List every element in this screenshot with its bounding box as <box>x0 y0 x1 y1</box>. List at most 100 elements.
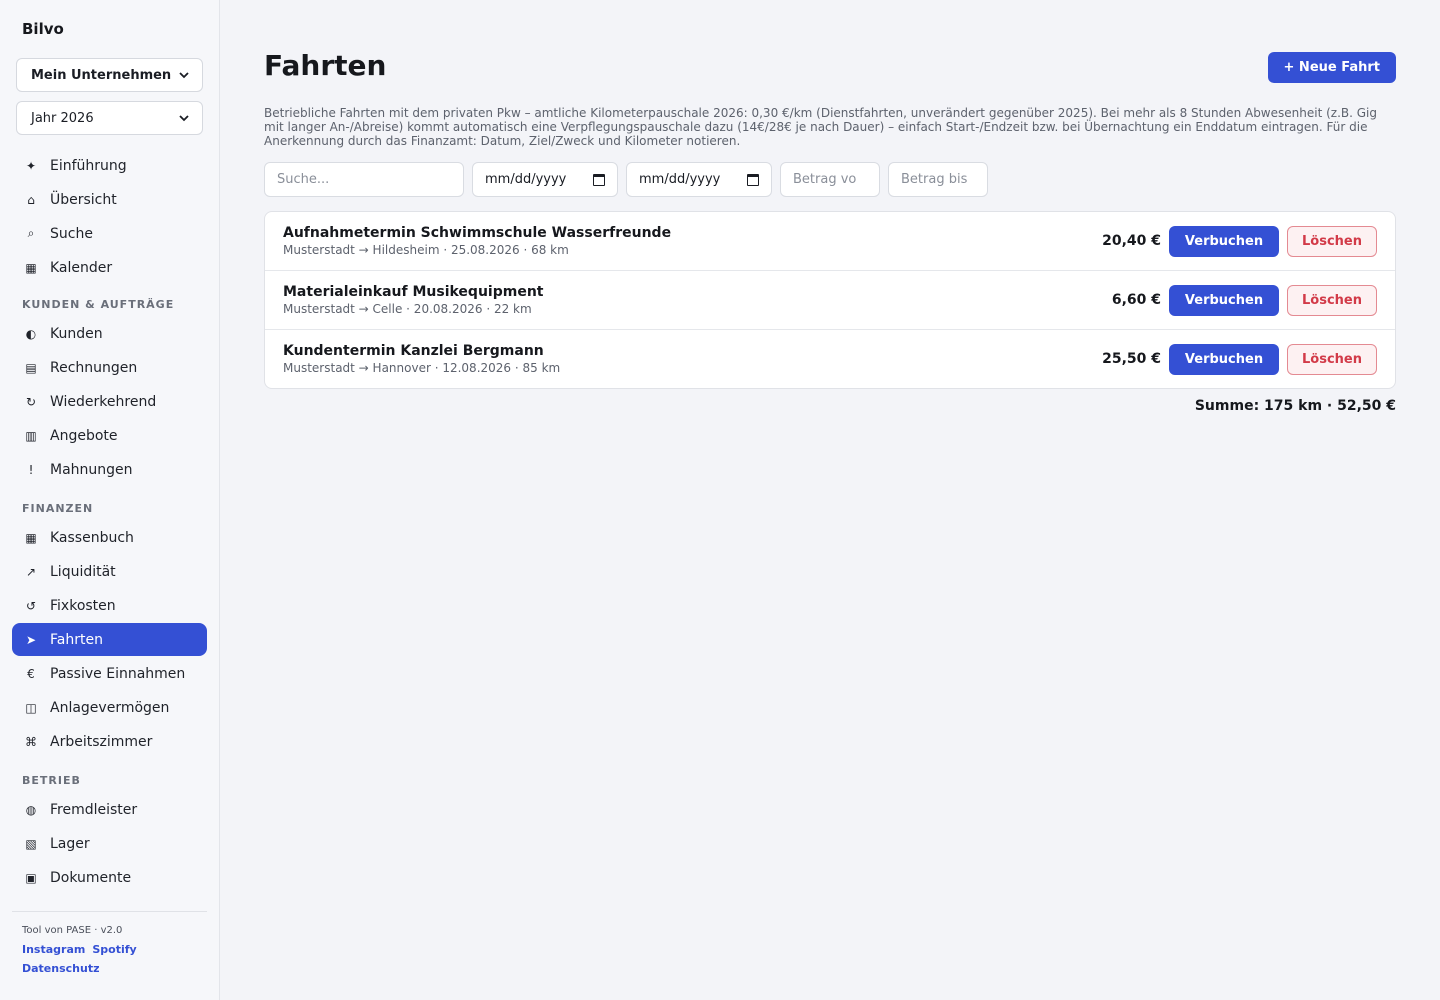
sidebar: Bilvo Mein Unternehmen Jahr 2026 ✦ Einfüh… <box>0 0 220 1000</box>
sidebar-item-fixkosten[interactable]: ↺ Fixkosten <box>12 589 207 622</box>
mahnungen-icon: ! <box>28 462 34 477</box>
amount-to-input[interactable]: Betrag bis <box>888 162 988 197</box>
sidebar-item-dokumente[interactable]: ▣ Dokumente <box>12 861 207 894</box>
book-button[interactable]: Verbuchen <box>1169 343 1279 375</box>
sidebar-item-label: Anlagevermögen <box>50 699 170 716</box>
liquiditaet-icon: ↗ <box>25 564 37 579</box>
chevron-down-icon <box>178 69 190 81</box>
sidebar-item-passive-einnahmen[interactable]: € Passive Einnahmen <box>12 657 207 690</box>
sidebar-item-label: Dokumente <box>50 869 132 886</box>
book-button[interactable]: Verbuchen <box>1169 284 1279 316</box>
kalender-icon: ▦ <box>25 260 37 275</box>
date-from-placeholder: mm/dd/yyyy <box>485 172 567 187</box>
anlagevermoegen-icon: ◫ <box>25 700 37 715</box>
einfuehrung-icon: ✦ <box>25 158 37 173</box>
sidebar-item-einfuehrung[interactable]: ✦ Einführung <box>12 149 207 182</box>
amount-from-placeholder: Betrag vo <box>793 172 857 187</box>
sidebar-item-kunden[interactable]: ◐ Kunden <box>12 317 207 350</box>
kunden-icon: ◐ <box>25 326 37 341</box>
trip-info: Aufnahmetermin Schwimmschule Wasserfreun… <box>283 225 1102 257</box>
amount-to-placeholder: Betrag bis <box>901 172 968 187</box>
delete-button[interactable]: Löschen <box>1287 343 1377 375</box>
company-select-value: Mein Unternehmen <box>31 67 172 83</box>
sidebar-section-heading: FINANZEN <box>22 502 94 515</box>
sidebar-item-rechnungen[interactable]: ▤ Rechnungen <box>12 351 207 384</box>
sidebar-item-liquiditaet[interactable]: ↗ Liquidität <box>12 555 207 588</box>
sidebar-item-label: Mahnungen <box>50 461 133 478</box>
sidebar-item-wiederkehrend[interactable]: ↻ Wiederkehrend <box>12 385 207 418</box>
dokumente-icon: ▣ <box>25 870 37 885</box>
angebote-icon: ▥ <box>25 428 37 443</box>
trip-amount: 25,50 € <box>1102 351 1161 367</box>
sidebar-nav: ✦ Einführung ⌂ Übersicht ⌕ Suche ▦ Kalender KUND… <box>12 149 207 911</box>
sidebar-item-label: Fremdleister <box>50 801 138 818</box>
book-button[interactable]: Verbuchen <box>1169 225 1279 257</box>
date-from-input[interactable]: mm/dd/yyyy <box>472 162 618 197</box>
trip-details: Musterstadt → Hannover · 12.08.2026 · 85… <box>283 361 561 375</box>
year-select[interactable]: Jahr 2026 <box>16 101 203 135</box>
sidebar-item-suche[interactable]: ⌕ Suche <box>12 217 207 250</box>
privacy-link[interactable]: Datenschutz <box>22 962 100 975</box>
date-to-placeholder: mm/dd/yyyy <box>639 172 721 187</box>
sidebar-item-lager[interactable]: ▧ Lager <box>12 827 207 860</box>
calendar-icon[interactable] <box>747 173 759 186</box>
amount-from-input[interactable]: Betrag vo <box>780 162 880 197</box>
page-description: Betriebliche Fahrten mit dem privaten Pk… <box>264 106 1377 148</box>
fremdleister-icon: ◍ <box>25 802 37 817</box>
sidebar-item-uebersicht[interactable]: ⌂ Übersicht <box>12 183 207 216</box>
trip-info: Kundentermin Kanzlei Bergmann Musterstadt… <box>283 343 1102 375</box>
sidebar-section-heading: BETRIEB <box>22 774 81 787</box>
sidebar-item-anlagevermoegen[interactable]: ◫ Anlagevermögen <box>12 691 207 724</box>
delete-button[interactable]: Löschen <box>1287 225 1377 257</box>
trip-title: Kundentermin Kanzlei Bergmann <box>283 343 544 359</box>
sidebar-item-label: Rechnungen <box>50 359 138 376</box>
trip-info: Materialeinkauf Musikequipment Musterstad… <box>283 284 1112 316</box>
filter-bar: Suche... mm/dd/yyyy mm/dd/yyyy Betrag vo… <box>264 162 988 197</box>
uebersicht-icon: ⌂ <box>27 192 35 207</box>
year-select-value: Jahr 2026 <box>31 110 94 126</box>
sidebar-item-label: Passive Einnahmen <box>50 665 186 682</box>
trip-details: Musterstadt → Hildesheim · 25.08.2026 · … <box>283 243 569 257</box>
trip-row: Aufnahmetermin Schwimmschule Wasserfreun… <box>265 212 1395 271</box>
sidebar-item-arbeitszimmer[interactable]: ⌘ Arbeitszimmer <box>12 725 207 758</box>
trip-title: Materialeinkauf Musikequipment <box>283 284 544 300</box>
sidebar-item-mahnungen[interactable]: ! Mahnungen <box>12 453 207 486</box>
chevron-down-icon <box>178 112 190 124</box>
sidebar-item-label: Kunden <box>50 325 103 342</box>
sidebar-item-label: Liquidität <box>50 563 116 580</box>
delete-button[interactable]: Löschen <box>1287 284 1377 316</box>
sidebar-footer: Tool von PASE · v2.0 Instagram Spotify Da… <box>12 911 207 978</box>
company-select[interactable]: Mein Unternehmen <box>16 58 203 92</box>
sidebar-item-label: Angebote <box>50 427 118 444</box>
sidebar-item-kassenbuch[interactable]: ▦ Kassenbuch <box>12 521 207 554</box>
sidebar-item-kalender[interactable]: ▦ Kalender <box>12 251 207 284</box>
wiederkehrend-icon: ↻ <box>25 394 37 409</box>
instagram-link[interactable]: Instagram <box>22 943 85 956</box>
rechnungen-icon: ▤ <box>25 360 37 375</box>
passive-einnahmen-icon: € <box>27 666 35 681</box>
search-input-placeholder: Suche... <box>277 172 330 187</box>
version-text: Tool von PASE · v2.0 <box>22 925 123 936</box>
sidebar-item-label: Fixkosten <box>50 597 116 614</box>
trip-amount: 6,60 € <box>1111 292 1161 308</box>
sidebar-section-heading: VERWALTUNG <box>12 895 207 911</box>
search-input[interactable]: Suche... <box>264 162 464 197</box>
spotify-link[interactable]: Spotify <box>92 943 136 956</box>
trip-summary: Summe: 175 km · 52,50 € <box>1194 398 1396 414</box>
sidebar-item-label: Wiederkehrend <box>50 393 157 410</box>
sidebar-item-fremdleister[interactable]: ◍ Fremdleister <box>12 793 207 826</box>
arbeitszimmer-icon: ⌘ <box>25 734 37 749</box>
calendar-icon[interactable] <box>593 173 605 186</box>
lager-icon: ▧ <box>25 836 37 851</box>
sidebar-item-label: Übersicht <box>50 191 117 208</box>
sidebar-item-label: Arbeitszimmer <box>50 733 153 750</box>
date-to-input[interactable]: mm/dd/yyyy <box>626 162 772 197</box>
trip-details: Musterstadt → Celle · 20.08.2026 · 22 km <box>283 302 532 316</box>
new-trip-button[interactable]: + Neue Fahrt <box>1267 52 1396 83</box>
sidebar-item-angebote[interactable]: ▥ Angebote <box>12 419 207 452</box>
app-brand: Bilvo <box>22 20 64 38</box>
page-title: Fahrten <box>264 49 387 82</box>
trip-row: Materialeinkauf Musikequipment Musterstad… <box>265 271 1395 330</box>
sidebar-item-fahrten[interactable]: ➤ Fahrten <box>12 623 207 656</box>
sidebar-item-label: Fahrten <box>50 631 103 648</box>
